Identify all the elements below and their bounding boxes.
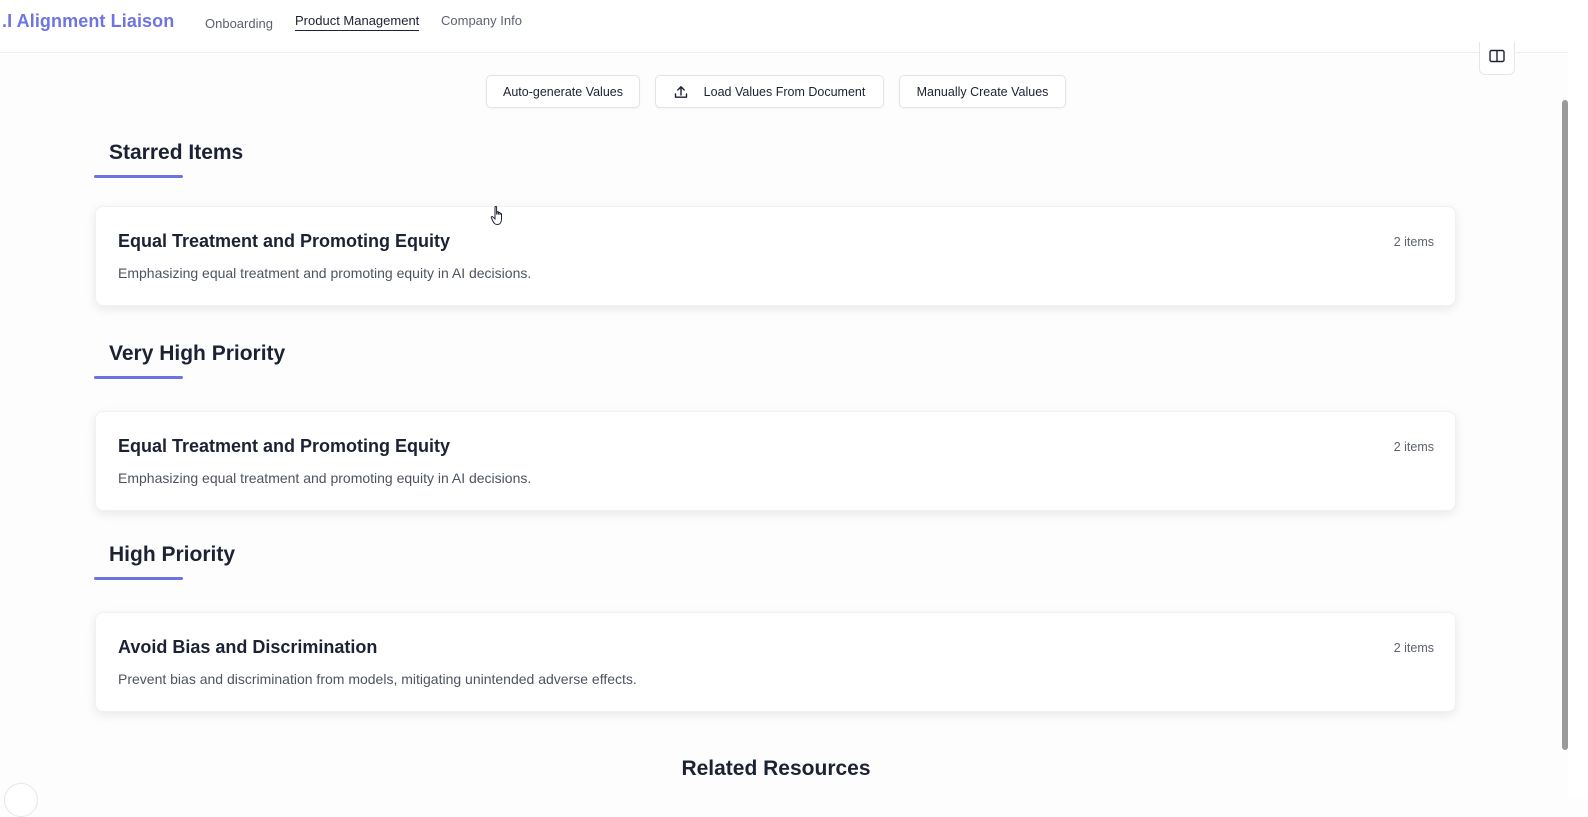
card-title: Equal Treatment and Promoting Equity (118, 436, 451, 456)
section-underline (94, 577, 183, 580)
value-card[interactable]: Equal Treatment and Promoting Equity Emp… (95, 411, 1456, 511)
related-resources-heading: Related Resources (681, 757, 871, 780)
value-card[interactable]: Avoid Bias and Discrimination Prevent bi… (95, 612, 1456, 712)
book-icon (1489, 49, 1505, 68)
nav-onboarding[interactable]: Onboarding (205, 16, 273, 31)
card-item-count: 2 items (1393, 235, 1434, 249)
section-underline (94, 376, 183, 379)
app-brand-title[interactable]: .I Alignment Liaison (2, 11, 174, 32)
card-item-count: 2 items (1393, 641, 1434, 655)
upload-icon (674, 85, 688, 99)
load-values-label: Load Values From Document (703, 84, 866, 99)
card-item-count: 2 items (1393, 440, 1434, 454)
scrollbar-track[interactable] (1568, 0, 1588, 799)
top-navigation-bar: .I Alignment Liaison Onboarding Product … (0, 0, 1568, 53)
value-card[interactable]: Equal Treatment and Promoting Equity Emp… (95, 206, 1456, 306)
card-title: Equal Treatment and Promoting Equity (118, 231, 451, 251)
manual-create-label: Manually Create Values (916, 84, 1049, 99)
scrollbar-thumb[interactable] (1562, 100, 1568, 750)
manually-create-values-button[interactable]: Manually Create Values (899, 75, 1066, 108)
section-title-high-priority: High Priority (109, 543, 236, 566)
nav-product-management[interactable]: Product Management (295, 13, 420, 31)
card-title: Avoid Bias and Discrimination (118, 637, 378, 657)
book-button[interactable] (1479, 42, 1515, 75)
card-description: Prevent bias and discrimination from mod… (118, 671, 637, 687)
nav-company-info[interactable]: Company Info (441, 13, 522, 28)
section-title-very-high-priority: Very High Priority (109, 342, 286, 365)
floating-help-button[interactable] (4, 783, 38, 817)
section-title-starred: Starred Items (109, 141, 244, 164)
auto-generate-label: Auto-generate Values (503, 84, 623, 99)
hand-pointer-icon (490, 205, 506, 227)
section-underline (94, 175, 183, 178)
auto-generate-values-button[interactable]: Auto-generate Values (486, 75, 640, 108)
card-description: Emphasizing equal treatment and promotin… (118, 470, 532, 486)
load-values-from-document-button[interactable]: Load Values From Document (655, 75, 884, 108)
card-description: Emphasizing equal treatment and promotin… (118, 265, 532, 281)
